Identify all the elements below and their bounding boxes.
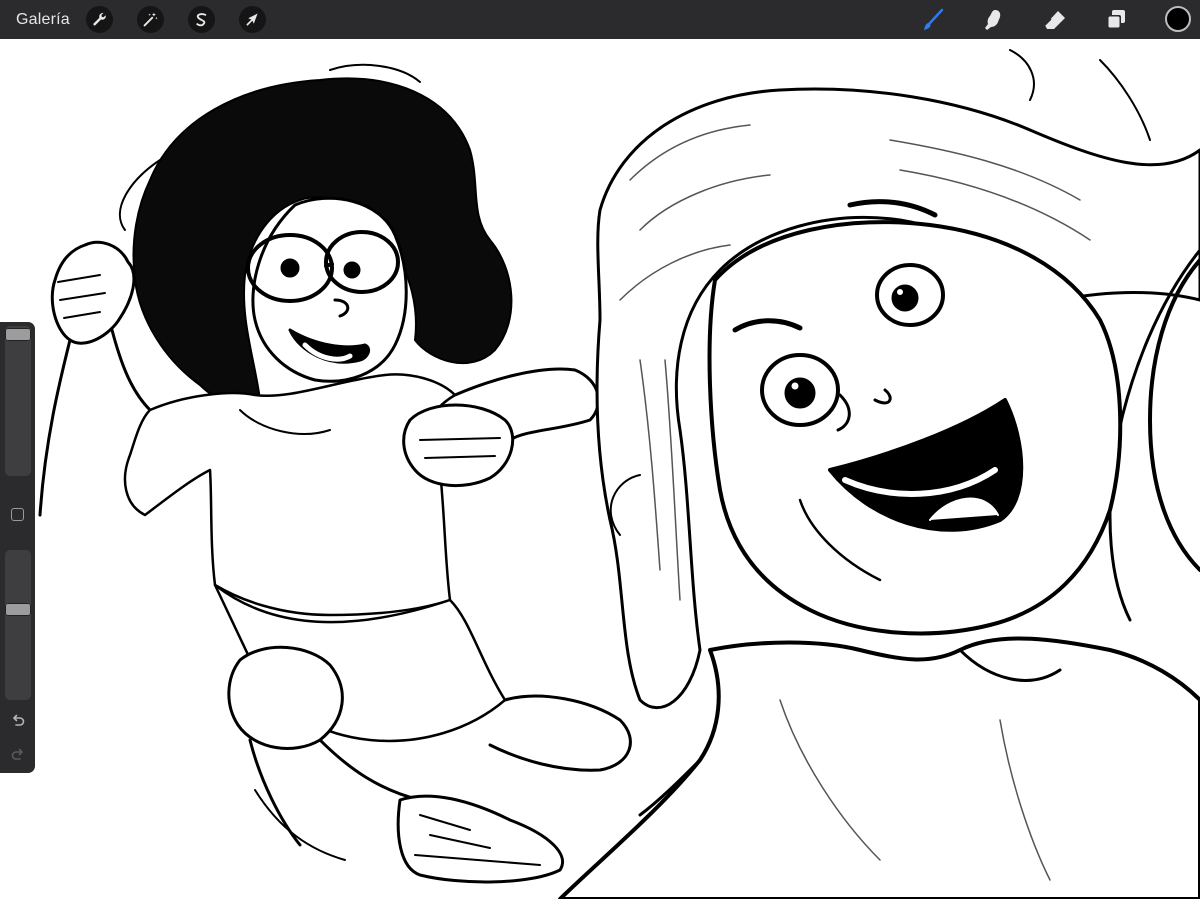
smudge-button[interactable] bbox=[978, 5, 1008, 35]
undo-button[interactable] bbox=[8, 710, 28, 730]
transform-button[interactable] bbox=[239, 6, 266, 33]
left-girl-shirt bbox=[123, 373, 457, 617]
smudge-finger-icon bbox=[985, 10, 1001, 30]
arrow-cursor-icon bbox=[246, 13, 258, 26]
undo-icon bbox=[13, 714, 25, 726]
drawing-canvas[interactable] bbox=[0, 39, 1200, 899]
layers-icon bbox=[1107, 10, 1125, 29]
color-picker-button[interactable] bbox=[1165, 6, 1191, 32]
sketch-artwork bbox=[38, 49, 1200, 899]
top-toolbar: Galería bbox=[0, 0, 1200, 39]
redo-button[interactable] bbox=[8, 744, 28, 764]
left-girl-fist bbox=[50, 240, 136, 345]
brush-size-slider[interactable] bbox=[5, 326, 31, 476]
actions-button[interactable] bbox=[86, 6, 113, 33]
opacity-slider[interactable] bbox=[5, 550, 31, 700]
left-girl-punch-fist bbox=[402, 403, 515, 488]
magic-wand-icon bbox=[143, 12, 158, 27]
side-toolbar bbox=[0, 322, 35, 773]
eraser-icon bbox=[1044, 11, 1065, 29]
left-girl-sneaker bbox=[396, 794, 564, 884]
opacity-thumb[interactable] bbox=[5, 602, 31, 616]
redo-icon bbox=[11, 748, 23, 760]
brush-button[interactable] bbox=[918, 5, 948, 35]
eraser-button[interactable] bbox=[1040, 5, 1070, 35]
gallery-button[interactable]: Galería bbox=[16, 0, 70, 39]
modify-button[interactable] bbox=[11, 508, 24, 521]
adjustments-button[interactable] bbox=[137, 6, 164, 33]
selection-s-icon bbox=[196, 13, 207, 27]
brush-icon bbox=[924, 8, 944, 30]
left-girl-knee bbox=[227, 645, 344, 750]
layers-button[interactable] bbox=[1101, 5, 1131, 35]
selection-button[interactable] bbox=[188, 6, 215, 33]
brush-size-thumb[interactable] bbox=[5, 328, 31, 341]
wrench-icon bbox=[93, 12, 106, 26]
